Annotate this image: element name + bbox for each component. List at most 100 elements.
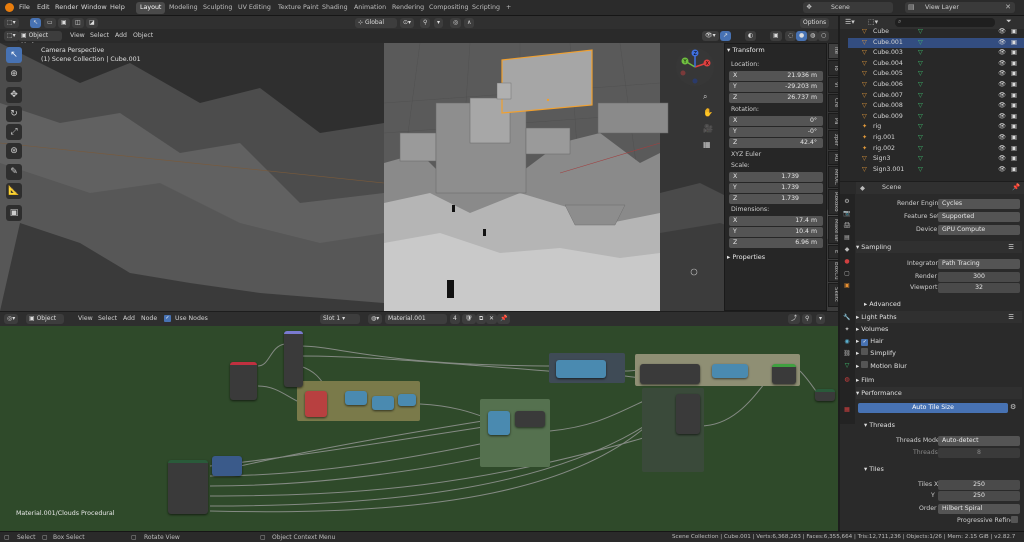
outliner-display-mode-icon[interactable]: ⬚▾ — [868, 18, 878, 26]
tiles-subsection[interactable]: ▾ Tiles — [864, 463, 1022, 475]
outliner-row[interactable]: ▽ Cube.001 ▽ 👁 ▣ — [848, 37, 1024, 49]
volumes-section[interactable]: ▸ Volumes — [856, 323, 1022, 335]
close-icon[interactable]: ✕ — [1005, 3, 1011, 11]
transform-header[interactable]: ▾ Transform — [727, 46, 765, 54]
simplify-checkbox[interactable] — [861, 348, 869, 355]
physics-props-icon[interactable]: ◉ — [843, 338, 851, 346]
dimensions-z-field[interactable]: Z 6.96 m — [729, 238, 823, 248]
tab-scripting[interactable]: Scripting — [468, 2, 504, 14]
zoom-icon[interactable]: ⌕ — [703, 92, 707, 102]
side-tab-create[interactable]: Cre — [828, 94, 838, 112]
viewport-samples-field[interactable]: 32 — [938, 283, 1020, 293]
shading-wireframe-icon[interactable]: ◌ — [785, 31, 797, 41]
parent-node-tree-button[interactable]: ⤴ — [788, 314, 801, 324]
viewport-menu-select[interactable]: Select — [90, 32, 109, 39]
side-tab-tool[interactable]: To — [828, 60, 838, 76]
side-tab-boxcu[interactable]: BoxCu — [828, 260, 838, 282]
node-menu-select[interactable]: Select — [98, 315, 117, 322]
mix-node-2[interactable] — [515, 411, 545, 427]
menu-window[interactable]: Window — [81, 3, 107, 11]
outliner-search-input[interactable]: ⌕ — [895, 18, 995, 27]
modifier-props-icon[interactable]: 🔧 — [843, 314, 851, 322]
material-browse-button[interactable]: ◍▾ — [368, 314, 383, 324]
viewport-menu-object[interactable]: Object — [133, 32, 153, 39]
unlink-material-button[interactable]: ✕ — [486, 314, 498, 324]
tab-texture-paint[interactable]: Texture Paint — [274, 2, 323, 14]
side-tab-view[interactable]: Vi — [828, 77, 838, 93]
perspective-toggle-icon[interactable]: ▦ — [703, 140, 711, 149]
render-camera-icon[interactable]: ▣ — [1011, 91, 1017, 102]
pin-icon[interactable]: 📌 — [497, 314, 511, 324]
noise-texture-node-1[interactable] — [305, 391, 327, 417]
visibility-eye-icon[interactable]: 👁 — [998, 69, 1006, 80]
xray-toggle[interactable]: ▣ — [770, 31, 782, 41]
outliner-row[interactable]: ✦ rig.002 ▽ 👁 ▣ — [848, 144, 1024, 155]
node-editor-canvas[interactable]: Material.001/Clouds Procedural — [0, 326, 838, 531]
navigation-gizmo[interactable]: X Y Z — [675, 47, 715, 87]
menu-edit[interactable]: Edit — [37, 3, 50, 11]
side-tab-zper[interactable]: zper — [828, 130, 838, 150]
side-tab-ru[interactable]: Ru — [828, 151, 838, 165]
editor-type-3d-button[interactable]: ⬚▾ — [4, 31, 19, 41]
snap-node-button[interactable]: ⚲ — [802, 314, 813, 324]
visibility-eye-icon[interactable]: 👁 — [998, 133, 1006, 144]
outliner-row[interactable]: ▽ Cube.009 ▽ 👁 ▣ — [848, 112, 1024, 123]
visibility-eye-icon[interactable]: 👁 — [998, 101, 1006, 112]
render-camera-icon[interactable]: ▣ — [1011, 144, 1017, 155]
math-node-2[interactable] — [372, 396, 394, 410]
snap-node-dropdown[interactable]: ▾ — [816, 314, 826, 324]
world-props-icon[interactable]: ● — [843, 258, 851, 266]
dimensions-y-field[interactable]: Y 10.4 m — [729, 227, 823, 237]
menu-render[interactable]: Render — [55, 3, 78, 11]
transform-orientation-dropdown[interactable]: ⊹ Global — [355, 18, 397, 28]
motion-blur-checkbox[interactable] — [861, 361, 869, 368]
mix-node-1[interactable] — [488, 411, 510, 435]
hair-section[interactable]: ▸ ✓ Hair — [856, 335, 1022, 347]
outliner-row[interactable]: ▽ Cube.008 ▽ 👁 ▣ — [848, 101, 1024, 112]
editor-type-button[interactable]: ⬚▾ — [4, 18, 19, 28]
visibility-eye-icon[interactable]: 👁 — [998, 59, 1006, 70]
pivot-dropdown[interactable]: ⊙▾ — [400, 18, 415, 28]
constraints-props-icon[interactable]: ⛓ — [843, 350, 851, 358]
render-props-icon[interactable]: 📷 — [843, 210, 851, 218]
node-editor-type-button[interactable]: ◎▾ — [4, 314, 19, 324]
math-node-3[interactable] — [398, 394, 416, 406]
math-node-1[interactable] — [345, 391, 367, 405]
menu-file[interactable]: File — [19, 3, 30, 11]
camera-view-icon[interactable]: 🎥 — [703, 124, 713, 133]
viewport-menu-view[interactable]: View — [70, 32, 85, 39]
pan-hand-icon[interactable]: ✋ — [703, 108, 713, 117]
new-material-button[interactable]: ⧉ — [476, 314, 487, 324]
visibility-eye-icon[interactable]: 👁 — [998, 112, 1006, 123]
visibility-eye-icon[interactable]: 👁 — [998, 91, 1006, 102]
node-menu-view[interactable]: View — [78, 315, 93, 322]
cursor-tool-icon[interactable]: ⊕ — [6, 66, 22, 82]
snap-toggle[interactable]: ⚲ — [420, 18, 431, 28]
visibility-eye-icon[interactable]: 👁 — [998, 154, 1006, 165]
tab-compositing[interactable]: Compositing — [425, 2, 472, 14]
rotate-tool-icon[interactable]: ↻ — [6, 106, 22, 122]
move-tool-icon[interactable]: ✥ — [6, 87, 22, 103]
location-x-field[interactable]: X 21.936 m — [729, 71, 823, 81]
scale-x-field[interactable]: X 1.739 — [729, 172, 823, 182]
side-tab-mhxc[interactable]: MHXC — [828, 166, 838, 188]
texture-props-icon[interactable]: ▦ — [843, 406, 851, 414]
data-props-icon[interactable]: ▽ — [843, 362, 851, 370]
filter-icon[interactable]: ⏷ — [1006, 17, 1012, 26]
tab-modeling[interactable]: Modeling — [165, 2, 202, 14]
rotation-x-field[interactable]: X 0° — [729, 116, 823, 126]
render-camera-icon[interactable]: ▣ — [1011, 80, 1017, 91]
location-y-field[interactable]: Y -29.203 m — [729, 82, 823, 92]
render-camera-icon[interactable]: ▣ — [1011, 112, 1017, 123]
threads-mode-dropdown[interactable]: Auto-detect — [938, 436, 1020, 446]
select-tool-icon[interactable]: ↖ — [6, 47, 22, 63]
add-workspace-button[interactable]: + — [502, 2, 515, 14]
order-dropdown[interactable]: Hilbert Spiral — [938, 504, 1020, 514]
tab-animation[interactable]: Animation — [350, 2, 390, 14]
fake-user-button[interactable]: 🛡 — [462, 314, 476, 324]
render-camera-icon[interactable]: ▣ — [1011, 165, 1017, 176]
visibility-eye-icon[interactable]: 👁 — [998, 165, 1006, 176]
collection-props-icon[interactable]: ▢ — [843, 270, 851, 278]
side-tab-sketc[interactable]: Sketc — [828, 283, 838, 307]
shading-solid-icon[interactable]: ● — [796, 31, 808, 41]
